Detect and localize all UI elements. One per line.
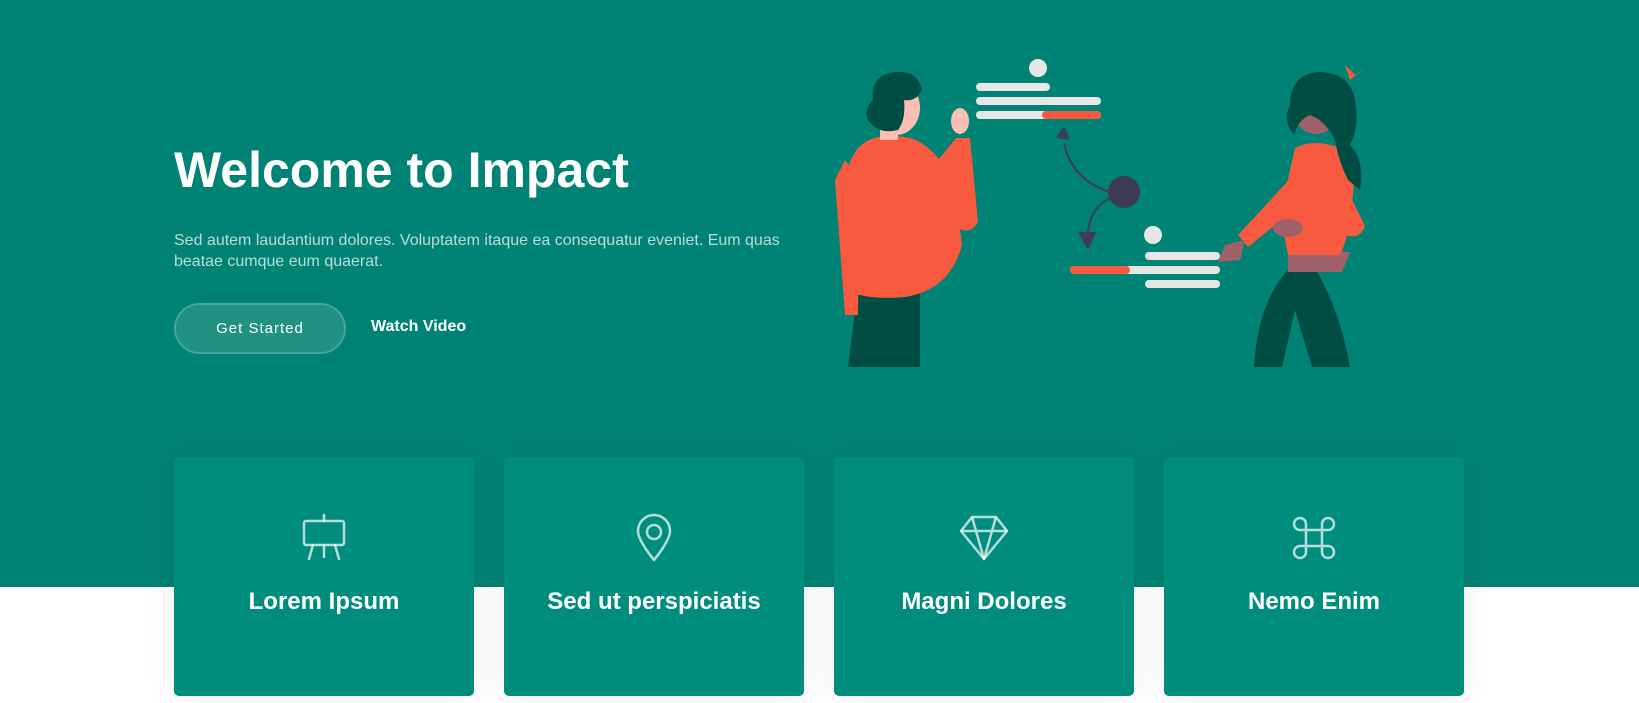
geo-alt-icon (636, 513, 672, 562)
hero-illustration (835, 59, 1365, 367)
illustration-person-left (835, 71, 978, 367)
card-title: Magni Dolores (901, 588, 1067, 615)
watch-video-link[interactable]: Watch Video (371, 318, 466, 336)
card-title: Sed ut perspiciatis (547, 588, 761, 615)
feature-card-magni-dolores[interactable]: Magni Dolores (834, 457, 1134, 696)
get-started-button[interactable]: Get Started (174, 303, 346, 354)
feature-card-sed-ut-perspiciatis[interactable]: Sed ut perspiciatis (504, 457, 804, 696)
feature-card-lorem-ipsum[interactable]: Lorem Ipsum (174, 457, 474, 696)
command-icon (1292, 516, 1336, 560)
hero-title: Welcome to Impact (174, 142, 629, 198)
illustration-chart-top (976, 59, 1101, 119)
illustration-arrows (1056, 126, 1140, 250)
hero-description: Sed autem laudantium dolores. Voluptatem… (174, 232, 780, 270)
gem-icon (959, 515, 1009, 561)
easel-icon (302, 513, 346, 561)
illustration-person-right (1218, 65, 1365, 367)
feature-card-nemo-enim[interactable]: Nemo Enim (1164, 457, 1464, 696)
card-title: Nemo Enim (1247, 588, 1381, 615)
card-title: Lorem Ipsum (248, 588, 400, 615)
